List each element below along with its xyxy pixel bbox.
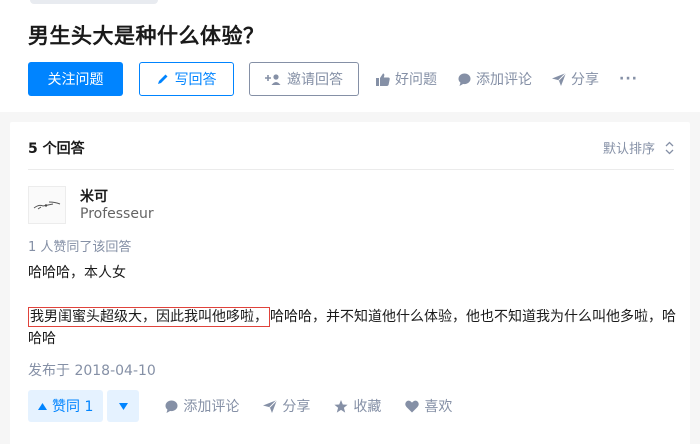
answer-comment-label: 添加评论 <box>183 399 240 415</box>
comment-bubble-icon <box>458 73 471 86</box>
collect-button[interactable]: 收藏 <box>334 396 381 416</box>
add-comment-button[interactable]: 添加评论 <box>458 69 532 89</box>
thumbs-up-icon <box>376 73 390 86</box>
like-button[interactable]: 喜欢 <box>405 396 452 416</box>
star-icon <box>334 399 348 413</box>
triangle-down-icon <box>118 402 128 410</box>
up-down-chevron-icon <box>665 141 674 154</box>
avatar[interactable] <box>28 186 66 224</box>
collect-label: 收藏 <box>353 399 382 415</box>
pencil-icon <box>157 74 167 84</box>
good-question-button[interactable]: 好问题 <box>376 69 437 89</box>
publish-date[interactable]: 发布于 2018-04-10 <box>28 360 156 380</box>
avatar-sketch-image <box>33 201 61 210</box>
more-options-button[interactable]: ··· <box>619 71 638 87</box>
answer-share-label: 分享 <box>282 399 311 415</box>
downvote-button[interactable] <box>107 390 140 422</box>
author-bio: Professeur <box>80 206 154 222</box>
triangle-up-icon <box>38 402 47 410</box>
invite-answer-button[interactable]: 邀请回答 <box>249 62 359 96</box>
paper-plane-icon <box>552 72 566 86</box>
answers-list-header: 5 个回答 默认排序 <box>28 136 674 170</box>
good-question-label: 好问题 <box>395 72 437 88</box>
answer-paragraph-2: 我男闺蜜头超级大，因此我叫他哆啦， 哈哈哈，并不知道他什么体验，他也不知道我为什么… <box>28 306 678 350</box>
sort-dropdown[interactable]: 默认排序 <box>603 138 674 157</box>
add-comment-label: 添加评论 <box>476 72 532 88</box>
like-label: 喜欢 <box>424 399 453 415</box>
answer-actions: 赞同 1 添加评论 分享 收藏 喜欢 <box>28 390 452 422</box>
write-answer-button[interactable]: 写回答 <box>139 62 234 96</box>
share-label: 分享 <box>571 72 599 88</box>
question-actions: 关注问题 写回答 邀请回答 好问题 添加评论 分享 ··· <box>28 62 638 96</box>
paper-plane-icon <box>263 399 278 413</box>
upvote-label: 赞同 1 <box>52 399 94 415</box>
comment-bubble-icon <box>165 400 178 413</box>
answer-share-button[interactable]: 分享 <box>263 396 310 416</box>
question-title: 男生头大是种什么体验？ <box>28 24 265 48</box>
write-answer-label: 写回答 <box>174 72 217 88</box>
top-tab-remnant <box>30 0 158 4</box>
answers-card: 5 个回答 默认排序 米可 Professeur 1 人赞同了该回答 哈哈哈，本… <box>10 122 690 444</box>
author-name[interactable]: 米可 <box>80 186 108 206</box>
heart-icon <box>405 400 420 412</box>
question-header: 男生头大是种什么体验？ 关注问题 写回答 邀请回答 好问题 添加评论 分享 ··… <box>0 0 700 112</box>
sort-label: 默认排序 <box>602 142 655 157</box>
answer-paragraph-1: 哈哈哈，本人女 <box>28 265 126 281</box>
invite-answer-label: 邀请回答 <box>287 72 343 88</box>
follow-question-button[interactable]: 关注问题 <box>28 62 123 96</box>
add-user-icon <box>265 74 281 85</box>
upvote-button[interactable]: 赞同 1 <box>28 390 104 422</box>
answer-count: 5 个回答 <box>28 141 85 157</box>
vote-summary[interactable]: 1 人赞同了该回答 <box>28 236 131 255</box>
highlighted-text: 我男闺蜜头超级大，因此我叫他哆啦， <box>28 307 270 327</box>
share-button[interactable]: 分享 <box>552 69 599 89</box>
answer-comment-button[interactable]: 添加评论 <box>165 396 239 416</box>
